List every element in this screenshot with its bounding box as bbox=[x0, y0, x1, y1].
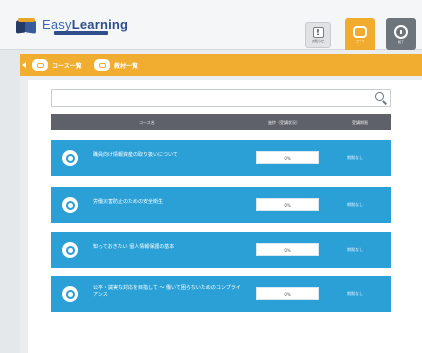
main-panel: コース名 進捗（受講状況） 受講期限 職員向け情報資産の取り扱いについて 0% … bbox=[28, 80, 422, 353]
deadline-text: 期限なし bbox=[347, 202, 363, 207]
course-title[interactable]: 職員向け情報資産の取り扱いについて bbox=[93, 152, 243, 159]
table-row[interactable]: 労働災害防止のための安全衛生 0% 期限なし bbox=[51, 187, 391, 223]
course-icon bbox=[62, 286, 78, 302]
column-header-progress: 進捗（受講状況） bbox=[268, 120, 300, 125]
table-row[interactable]: 知っておきたい 個人情報保護の基本 0% 期限なし bbox=[51, 232, 391, 268]
course-button[interactable]: コース bbox=[345, 18, 375, 50]
left-gutter bbox=[0, 50, 20, 353]
logo-learning: Learning bbox=[71, 17, 129, 32]
info-button[interactable]: ! お知らせ bbox=[305, 22, 331, 48]
breadcrumb-item-course-list[interactable]: コース一覧 bbox=[32, 58, 82, 72]
progress-text: 0% bbox=[284, 248, 291, 253]
deadline-text: 期限なし bbox=[347, 291, 363, 296]
logo-ribbon bbox=[54, 31, 108, 35]
course-icon bbox=[62, 242, 78, 258]
header: EasyLearning ! お知らせ コース 終了 bbox=[0, 0, 422, 50]
progress-bar: 0% bbox=[256, 243, 319, 256]
search-input[interactable] bbox=[51, 89, 391, 107]
table-header: コース名 進捗（受講状況） 受講期限 bbox=[51, 114, 391, 130]
table-row[interactable]: 職員向け情報資産の取り扱いについて 0% 期限なし bbox=[51, 140, 391, 176]
course-icon bbox=[62, 150, 78, 166]
app-window: EasyLearning ! お知らせ コース 終了 コース一覧 教材一覧 コー… bbox=[0, 0, 422, 353]
search-icon[interactable] bbox=[375, 92, 388, 105]
logout-button[interactable]: 終了 bbox=[386, 18, 416, 50]
course-icon bbox=[62, 197, 78, 213]
book-logo-icon bbox=[16, 18, 38, 34]
course-title[interactable]: 公平・誠実な対応を目指して ～ 働いて困らないためのコンプライアンス bbox=[93, 285, 243, 299]
column-header-name: コース名 bbox=[139, 120, 155, 125]
back-arrow-icon[interactable] bbox=[22, 62, 26, 68]
breadcrumb-label: 教材一覧 bbox=[114, 62, 139, 70]
info-button-label: お知らせ bbox=[312, 39, 324, 43]
table-row[interactable]: 公平・誠実な対応を目指して ～ 働いて困らないためのコンプライアンス 0% 期限… bbox=[51, 276, 391, 312]
column-header-date: 受講期限 bbox=[352, 120, 368, 125]
exclamation-icon: ! bbox=[312, 27, 324, 38]
progress-text: 0% bbox=[284, 203, 291, 208]
book-icon bbox=[353, 25, 367, 38]
breadcrumb-item-material-list[interactable]: 教材一覧 bbox=[94, 58, 138, 72]
progress-text: 0% bbox=[284, 292, 291, 297]
progress-bar: 0% bbox=[256, 151, 319, 164]
deadline-text: 期限なし bbox=[347, 247, 363, 252]
logo-text: EasyLearning bbox=[42, 18, 128, 32]
deadline-text: 期限なし bbox=[347, 155, 363, 160]
folder-icon bbox=[32, 59, 48, 71]
folder-icon bbox=[94, 59, 110, 71]
progress-bar: 0% bbox=[256, 198, 319, 211]
breadcrumb: コース一覧 教材一覧 bbox=[20, 54, 422, 76]
course-title[interactable]: 知っておきたい 個人情報保護の基本 bbox=[93, 244, 243, 251]
breadcrumb-label: コース一覧 bbox=[52, 62, 82, 70]
logout-button-label: 終了 bbox=[397, 39, 404, 44]
course-title[interactable]: 労働災害防止のための安全衛生 bbox=[93, 199, 243, 206]
course-button-label: コース bbox=[355, 38, 365, 43]
progress-bar: 0% bbox=[256, 287, 319, 300]
power-icon bbox=[394, 24, 408, 39]
logo-easy: Easy bbox=[42, 17, 72, 32]
progress-text: 0% bbox=[284, 156, 291, 161]
